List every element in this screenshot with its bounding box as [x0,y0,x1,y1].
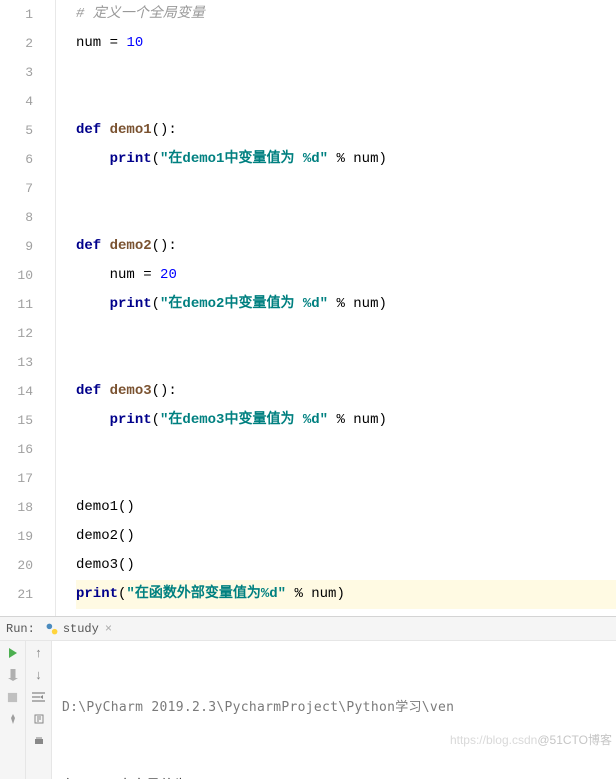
code-line[interactable]: def demo1(): [76,116,616,145]
code-editor[interactable]: 123456789101112131415161718192021 # 定义一个… [0,0,616,617]
console-output[interactable]: D:\PyCharm 2019.2.3\PycharmProject\Pytho… [52,641,616,779]
line-number: 15 [0,406,33,435]
code-line[interactable] [76,87,616,116]
line-number: 8 [0,203,33,232]
code-line[interactable]: demo3() [76,551,616,580]
line-number: 10 [0,261,33,290]
code-line[interactable] [76,348,616,377]
watermark-text: https://blog.csdn@51CTO博客 [423,701,612,779]
close-tab-icon[interactable]: × [105,622,112,636]
line-number: 3 [0,58,33,87]
code-line[interactable] [76,174,616,203]
line-number-gutter: 123456789101112131415161718192021 [0,0,56,616]
code-line[interactable] [76,58,616,87]
line-number: 20 [0,551,33,580]
line-number: 6 [0,145,33,174]
code-line[interactable]: demo2() [76,522,616,551]
code-line[interactable] [76,435,616,464]
line-number: 19 [0,522,33,551]
code-content[interactable]: # 定义一个全局变量num = 10 def demo1(): print("在d… [56,0,616,616]
code-line[interactable]: num = 10 [76,29,616,58]
code-line[interactable] [76,319,616,348]
run-icon[interactable] [5,645,21,661]
run-toolbar-primary [0,641,26,779]
code-line[interactable]: print("在demo1中变量值为 %d" % num) [76,145,616,174]
code-line[interactable]: print("在demo3中变量值为 %d" % num) [76,406,616,435]
code-line[interactable]: print("在函数外部变量值为%d" % num) [76,580,616,609]
code-line[interactable] [76,464,616,493]
code-line[interactable]: print("在demo2中变量值为 %d" % num) [76,290,616,319]
line-number: 2 [0,29,33,58]
code-line[interactable]: # 定义一个全局变量 [76,0,616,29]
line-number: 16 [0,435,33,464]
run-toolbar-secondary: ↑ ↓ [26,641,52,779]
pin-icon[interactable] [5,711,21,727]
line-number: 7 [0,174,33,203]
run-panel: Run: study × ↑ ↓ [0,617,616,779]
line-number: 13 [0,348,33,377]
debug-icon[interactable] [5,667,21,683]
run-label: Run: [6,622,35,636]
code-line[interactable]: def demo2(): [76,232,616,261]
line-number: 21 [0,580,33,609]
line-number: 4 [0,87,33,116]
run-tab-name[interactable]: study [63,622,99,636]
up-icon[interactable]: ↑ [31,645,47,661]
python-file-icon [45,622,59,636]
line-number: 5 [0,116,33,145]
code-line[interactable]: num = 20 [76,261,616,290]
code-line[interactable]: demo1() [76,493,616,522]
line-number: 14 [0,377,33,406]
line-number: 9 [0,232,33,261]
line-number: 12 [0,319,33,348]
line-number: 11 [0,290,33,319]
line-number: 1 [0,0,33,29]
stop-icon[interactable] [5,689,21,705]
down-icon[interactable]: ↓ [31,667,47,683]
scroll-icon[interactable] [31,711,47,727]
line-number: 18 [0,493,33,522]
code-line[interactable] [76,203,616,232]
wrap-icon[interactable] [31,689,47,705]
line-number: 17 [0,464,33,493]
run-panel-header: Run: study × [0,617,616,641]
print-icon[interactable] [31,733,47,749]
code-line[interactable]: def demo3(): [76,377,616,406]
